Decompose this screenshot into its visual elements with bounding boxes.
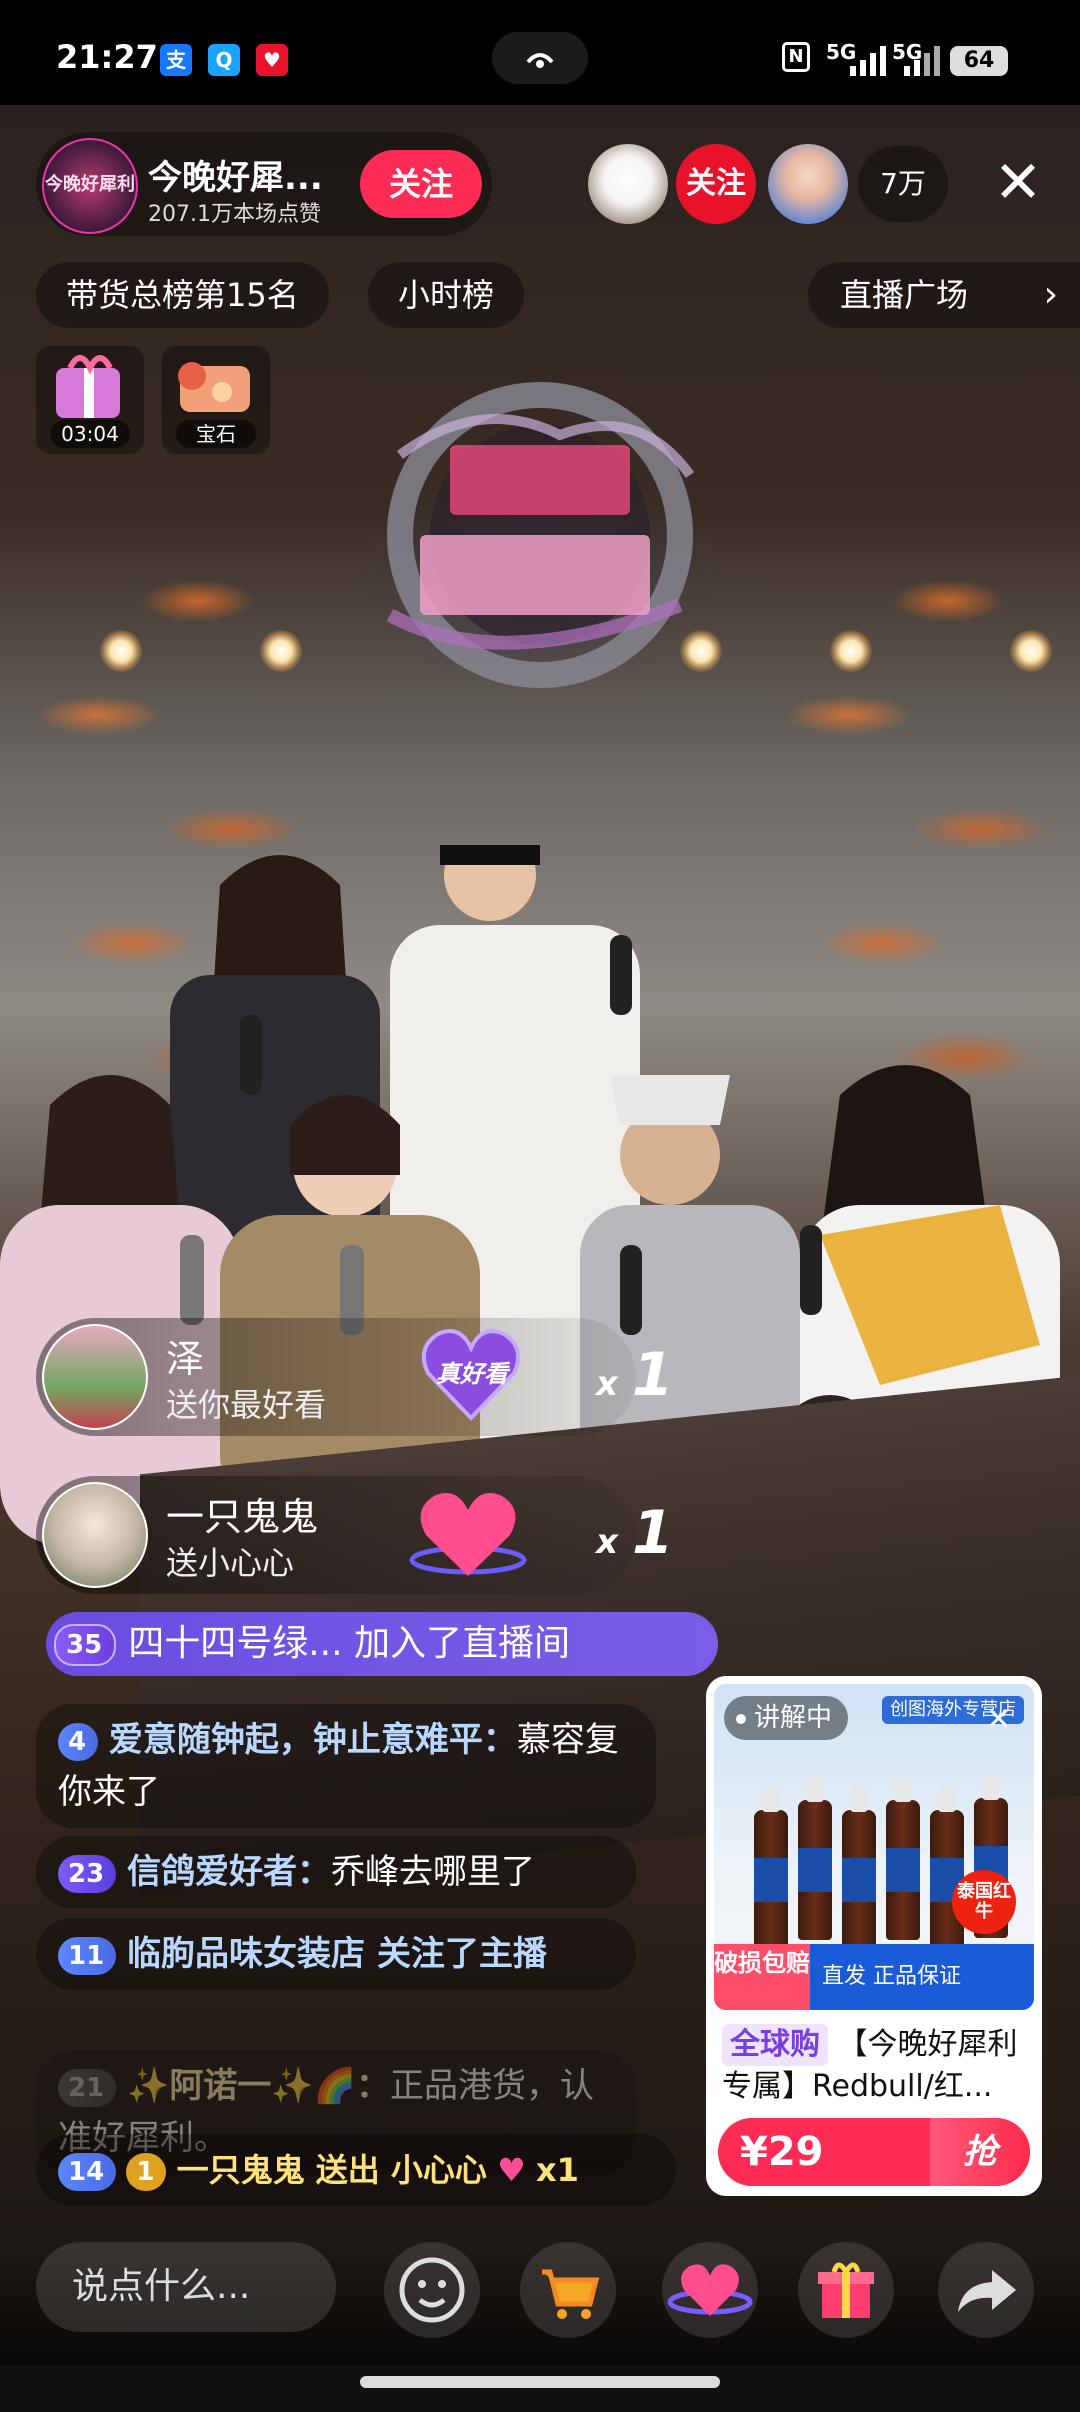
- user-level-badge: 14: [58, 2153, 117, 2191]
- gem-label: 宝石: [176, 420, 256, 448]
- follow-button[interactable]: 关注: [360, 150, 482, 218]
- gift-zhenhaokan-icon: 真好看: [416, 1318, 526, 1428]
- comment-nick[interactable]: 爱意随钟起，钟止意难平：: [109, 1720, 517, 1760]
- global-buy-tag: 全球购: [722, 2024, 828, 2066]
- comment-nick[interactable]: 信鸽爱好者：: [127, 1852, 331, 1892]
- gift-icon: [818, 2262, 874, 2318]
- comment-item[interactable]: 11 临朐品味女装店 关注了主播: [36, 1918, 636, 1990]
- comment-nick[interactable]: ✨阿诺一✨🌈：: [127, 2066, 390, 2106]
- show-logo-art: [386, 382, 695, 688]
- search-app-icon: Q: [208, 44, 240, 76]
- gift-sender-name: 泽: [166, 1337, 205, 1381]
- battery-indicator: 64: [950, 46, 1008, 76]
- heart-small-icon: ♥: [497, 2151, 526, 2189]
- gift-count: x1: [596, 1340, 674, 1410]
- gift-description: 送你最好看: [166, 1386, 327, 1424]
- user-avatar[interactable]: [42, 1482, 148, 1588]
- join-banner: 35 四十四号绿... 加入了直播间: [46, 1612, 718, 1676]
- user-level-badge: 35: [54, 1624, 117, 1666]
- viewer-avatar[interactable]: [768, 144, 848, 224]
- host-avatar-text: 今晚好犀利: [45, 174, 135, 195]
- host-avatar[interactable]: 今晚好犀利: [42, 138, 138, 234]
- viewer-follow-button[interactable]: 关注: [676, 144, 756, 224]
- gift-box-badge[interactable]: 03:04: [36, 346, 144, 454]
- heart-planet-icon: [667, 2264, 753, 2316]
- gift-notice: 泽 送你最好看 真好看 x1: [36, 1318, 674, 1436]
- comment-nick[interactable]: 临朐品味女装店 关注了主播: [127, 1934, 547, 1974]
- emoji-icon: [399, 2257, 465, 2323]
- gift-name-text: 真好看: [436, 1360, 508, 1388]
- shipping-guarantee: 直发 正品保证: [810, 1944, 1034, 2010]
- gift-count-text: x1: [535, 2151, 579, 2189]
- host-card[interactable]: 今晚好犀利 今晚好犀... 207.1万本场点赞 关注: [36, 132, 492, 236]
- status-bar: 21:27 支 Q ♥ N 5G 5G 64: [0, 0, 1080, 105]
- user-avatar[interactable]: [42, 1324, 148, 1430]
- share-button[interactable]: [938, 2242, 1034, 2338]
- product-card[interactable]: 讲解中 创图海外专营店 泰国红牛 破损包赔 直发 正品保证 全球购 【今晚好犀利…: [706, 1676, 1042, 2196]
- product-close-icon[interactable]: ✕: [986, 1702, 1011, 1737]
- join-text: 四十四号绿... 加入了直播间: [128, 1623, 570, 1664]
- viewer-count[interactable]: 7万: [858, 146, 948, 222]
- buy-button[interactable]: ¥29 抢: [718, 2118, 1030, 2186]
- comment-item[interactable]: 23 信鸽爱好者：乔峰去哪里了: [36, 1836, 636, 1908]
- signal-bars-icon: [850, 46, 886, 76]
- camera-cutout: [492, 32, 588, 84]
- viewer-avatar[interactable]: [588, 144, 668, 224]
- heart-gift-icon: [409, 1493, 527, 1576]
- chevron-right-icon: ›: [1043, 274, 1058, 315]
- close-icon[interactable]: ✕: [986, 150, 1050, 214]
- alipay-icon: 支: [160, 44, 192, 76]
- taobao-icon: ♥: [256, 44, 288, 76]
- total-rank-pill[interactable]: 带货总榜第15名: [36, 262, 329, 328]
- host-likes: 207.1万本场点赞: [148, 202, 321, 227]
- stage-light: [1010, 630, 1052, 672]
- comment-text: 乔峰去哪里了: [331, 1852, 535, 1892]
- grab-label: 抢: [930, 2118, 1030, 2186]
- gift-sender-name: 一只鬼鬼: [166, 1495, 319, 1539]
- stage-light: [830, 630, 872, 672]
- host-name: 今晚好犀...: [148, 158, 323, 198]
- shop-cart-button[interactable]: [520, 2242, 616, 2338]
- bottom-bar: 说点什么...: [0, 2224, 1080, 2344]
- user-level-badge: 4: [58, 1722, 99, 1761]
- nfc-icon: N: [782, 42, 810, 72]
- explaining-tag: 讲解中: [724, 1696, 849, 1740]
- gift-count-number: 1: [631, 1498, 674, 1568]
- fan-level-badge: 1: [126, 2153, 167, 2191]
- user-level-badge: 21: [58, 2068, 117, 2107]
- comment-input[interactable]: 说点什么...: [36, 2242, 336, 2332]
- cart-icon: [542, 2269, 600, 2319]
- product-price: ¥29: [740, 2129, 824, 2175]
- like-button[interactable]: [662, 2242, 758, 2338]
- gift-count-number: 1: [631, 1340, 674, 1410]
- gift-box-icon: [56, 355, 120, 418]
- damage-guarantee: 破损包赔: [714, 1944, 810, 2010]
- gift-notice: 一只鬼鬼 送小心心 x1: [36, 1476, 674, 1594]
- user-level-badge: 23: [58, 1854, 117, 1893]
- hour-rank-pill[interactable]: 小时榜: [368, 262, 525, 328]
- gem-badge[interactable]: 宝石: [162, 346, 270, 454]
- stage-light: [100, 630, 142, 672]
- user-level-badge: 11: [58, 1936, 117, 1975]
- live-plaza-button[interactable]: 直播广场 ›: [808, 262, 1080, 328]
- brand-badge: 泰国红牛: [952, 1870, 1016, 1934]
- gem-scroll-icon: [178, 362, 250, 412]
- gift-comment[interactable]: 14 1 一只鬼鬼 送出 小心心 ♥ x1: [36, 2134, 676, 2206]
- signal-bars-2-icon: [904, 46, 940, 76]
- emoji-button[interactable]: [384, 2242, 480, 2338]
- countdown-label: 03:04: [50, 420, 130, 448]
- gift-count: x1: [596, 1498, 674, 1568]
- clock: 21:27: [56, 38, 158, 76]
- gift-description: 送小心心: [166, 1544, 295, 1582]
- live-plaza-label: 直播广场: [840, 276, 969, 314]
- share-arrow-icon: [958, 2270, 1016, 2312]
- explaining-label: 讲解中: [754, 1703, 833, 1733]
- stage-light: [260, 630, 302, 672]
- comment-nick[interactable]: 一只鬼鬼 送出 小心心: [177, 2151, 487, 2189]
- home-indicator[interactable]: [360, 2376, 720, 2388]
- product-title[interactable]: 全球购 【今晚好犀利专属】Redbull/红...: [722, 2024, 1028, 2108]
- gift-button[interactable]: [798, 2242, 894, 2338]
- comment-item[interactable]: 4 爱意随钟起，钟止意难平：慕容复你来了: [36, 1704, 656, 1828]
